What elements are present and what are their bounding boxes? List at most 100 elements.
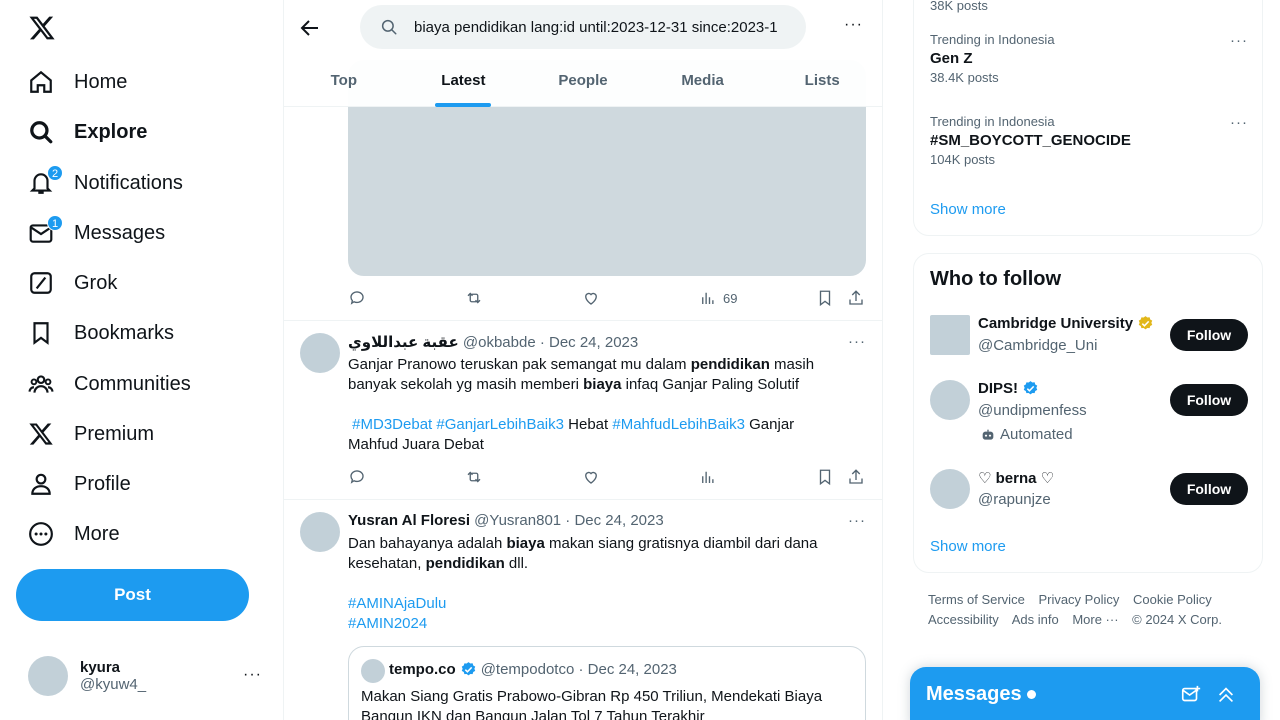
hashtag[interactable]: #AMINAjaDulu — [348, 595, 446, 612]
tweet-actions: 69 — [348, 288, 866, 308]
new-message-icon[interactable] — [1180, 684, 1202, 706]
unread-dot — [1026, 690, 1036, 700]
follow-button[interactable]: Follow — [1170, 473, 1248, 505]
tweet-actions — [348, 467, 866, 487]
nav-label: Explore — [74, 120, 148, 143]
author-handle[interactable]: @okbabde — [463, 334, 536, 351]
suggested-user-name: Cambridge University — [978, 315, 1158, 332]
author-name[interactable]: عقبة عبداللاوي — [348, 334, 459, 351]
avatar[interactable] — [300, 333, 340, 373]
account-switcher[interactable]: kyura @kyuw4_ ··· — [16, 648, 272, 704]
retweet-icon[interactable] — [465, 289, 483, 307]
footer-link[interactable]: Privacy Policy — [1038, 592, 1119, 607]
author-handle: @tempodotco — [480, 661, 575, 678]
follow-suggestion[interactable]: Cambridge University @Cambridge_Uni Foll… — [930, 315, 1248, 365]
active-tab-indicator — [435, 103, 492, 107]
more-dots-icon[interactable]: ··· — [848, 512, 866, 529]
search-box[interactable] — [360, 5, 806, 49]
nav-label: Notifications — [74, 171, 183, 194]
nav-notifications[interactable]: 2 Notifications — [16, 159, 195, 207]
tab-label: Media — [681, 72, 724, 89]
trend-item[interactable]: Trending in Indonesia Gen Z 38.4K posts … — [930, 32, 1250, 85]
nav-bookmarks[interactable]: Bookmarks — [16, 309, 186, 357]
like-icon[interactable] — [582, 468, 600, 486]
verified-badge-icon — [461, 662, 475, 676]
views-icon[interactable] — [699, 468, 717, 486]
tweet-date: Dec 24, 2023 — [587, 661, 677, 678]
nav-more[interactable]: More — [16, 510, 132, 558]
trend-item[interactable]: Trending in Indonesia #SM_BOYCOTT_GENOCI… — [930, 114, 1250, 167]
post-button[interactable]: Post — [16, 569, 249, 621]
messages-badge: 1 — [47, 215, 63, 231]
tab-top[interactable]: Top — [284, 54, 404, 107]
separator: · — [565, 512, 571, 529]
bookmark-icon[interactable] — [816, 289, 834, 307]
suggested-user-handle: @undipmenfess — [978, 402, 1087, 419]
avatar[interactable] — [300, 512, 340, 552]
more-dots-icon[interactable]: ··· — [848, 333, 866, 350]
tweet-header: Yusran Al Floresi @Yusran801 · Dec 24, 2… — [348, 512, 664, 529]
back-arrow-icon[interactable] — [298, 16, 322, 40]
avatar — [28, 656, 68, 696]
bookmark-icon[interactable] — [816, 468, 834, 486]
views-icon[interactable]: 69 — [699, 289, 737, 307]
tweet[interactable]: عقبة عبداللاوي @okbabde · Dec 24, 2023 ·… — [284, 321, 882, 499]
follow-button[interactable]: Follow — [1170, 319, 1248, 351]
footer-link[interactable]: Terms of Service — [928, 592, 1025, 607]
show-more-link[interactable]: Show more — [930, 201, 1006, 218]
more-dots-icon[interactable]: ··· — [1230, 114, 1248, 131]
quoted-tweet[interactable]: tempo.co @tempodotco · Dec 24, 2023 Maka… — [348, 646, 866, 720]
share-icon[interactable] — [847, 289, 865, 307]
trend-context: Trending in Indonesia — [930, 114, 1055, 129]
footer-link[interactable]: More ··· — [1072, 612, 1118, 627]
tab-lists[interactable]: Lists — [762, 54, 882, 107]
nav-label: Communities — [74, 372, 191, 395]
nav-messages[interactable]: 1 Messages — [16, 209, 177, 257]
reply-icon[interactable] — [348, 468, 366, 486]
share-icon[interactable] — [847, 468, 865, 486]
tab-latest[interactable]: Latest — [404, 54, 524, 107]
nav-explore[interactable]: Explore — [16, 108, 159, 156]
more-dots-icon[interactable]: ··· — [1230, 32, 1248, 49]
messages-drawer[interactable]: Messages — [910, 667, 1260, 720]
retweet-icon[interactable] — [465, 468, 483, 486]
reply-icon[interactable] — [348, 289, 366, 307]
tab-people[interactable]: People — [523, 54, 643, 107]
suggested-user-name: DIPS! — [978, 380, 1043, 397]
like-icon[interactable] — [582, 289, 600, 307]
follow-suggestion[interactable]: DIPS! @undipmenfess Automated Follow — [930, 380, 1248, 450]
nav-home[interactable]: Home — [16, 58, 139, 106]
tab-label: Lists — [804, 72, 840, 89]
more-dots-icon[interactable]: ··· — [844, 16, 863, 34]
hashtag[interactable]: #MD3Debat — [352, 416, 432, 433]
nav-label: Home — [74, 70, 128, 93]
nav-label: Profile — [74, 472, 131, 495]
tweet-date[interactable]: Dec 24, 2023 — [574, 512, 663, 529]
hashtag[interactable]: #GanjarLebihBaik3 — [436, 416, 564, 433]
nav-communities[interactable]: Communities — [16, 360, 203, 408]
trend-title: Gen Z — [930, 50, 973, 67]
tab-label: Top — [330, 72, 357, 89]
author-handle[interactable]: @Yusran801 — [474, 512, 561, 529]
follow-button[interactable]: Follow — [1170, 384, 1248, 416]
nav-profile[interactable]: Profile — [16, 460, 143, 508]
show-more-link[interactable]: Show more — [930, 538, 1006, 555]
separator: · — [539, 334, 545, 351]
tab-media[interactable]: Media — [643, 54, 763, 107]
hashtag[interactable]: #AMIN2024 — [348, 615, 427, 632]
search-input[interactable] — [414, 18, 804, 36]
footer-link[interactable]: Ads info — [1012, 612, 1059, 627]
expand-icon[interactable] — [1215, 684, 1237, 706]
nav-premium[interactable]: Premium — [16, 410, 166, 458]
hashtag[interactable]: #MahfudLebihBaik3 — [612, 416, 745, 433]
x-logo-icon[interactable] — [28, 14, 56, 42]
nav-grok[interactable]: Grok — [16, 259, 129, 307]
tweet-date[interactable]: Dec 24, 2023 — [549, 334, 638, 351]
follow-suggestion[interactable]: ♡ berna ♡ @rapunjze Follow — [930, 469, 1248, 519]
tab-label: People — [558, 72, 608, 89]
footer-link[interactable]: Accessibility — [928, 612, 999, 627]
avatar — [930, 469, 970, 509]
search-results-column: ··· Top Latest People Media Lists 69 عقب… — [284, 0, 883, 720]
author-name[interactable]: Yusran Al Floresi — [348, 512, 470, 529]
footer-link[interactable]: Cookie Policy — [1133, 592, 1212, 607]
